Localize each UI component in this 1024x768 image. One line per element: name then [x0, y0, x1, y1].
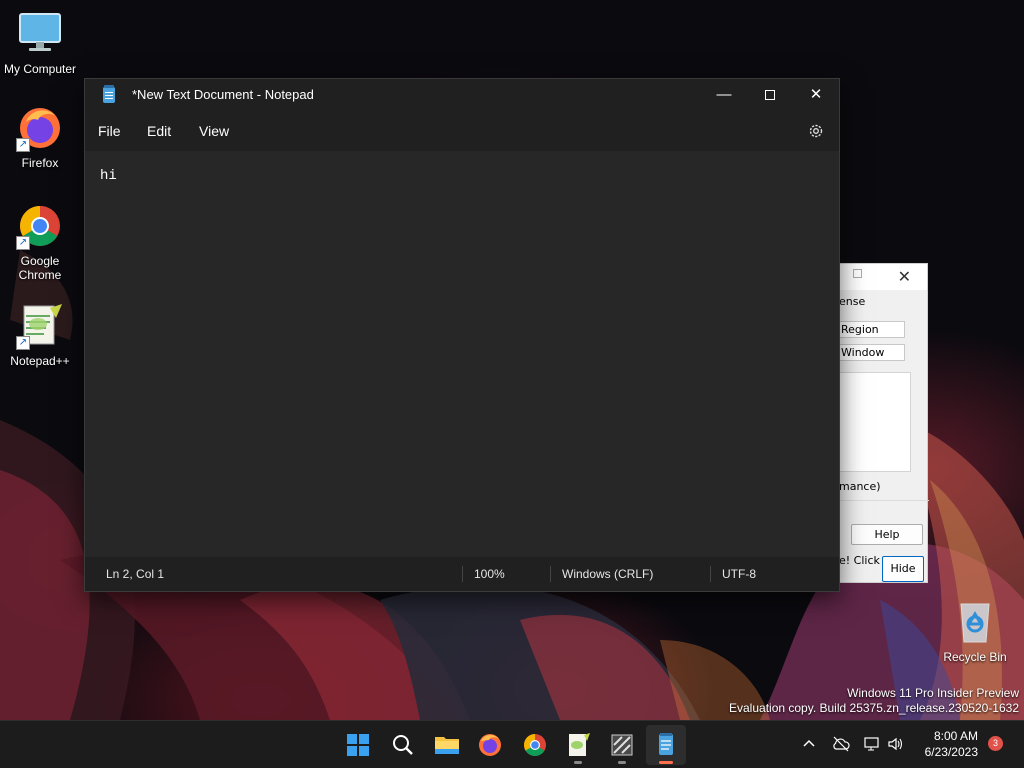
clock-time[interactable]: 8:00 AM — [918, 729, 978, 743]
dialog-text: ense — [839, 295, 866, 308]
dialog-text: e! Click — [839, 554, 880, 567]
notepadpp-icon: ↗ — [16, 302, 64, 350]
desktop-icon-my-computer[interactable]: My Computer — [0, 10, 80, 76]
watermark-line1: Windows 11 Pro Insider Preview — [847, 686, 1019, 700]
maximize-icon — [765, 90, 775, 101]
hide-button[interactable]: Hide — [882, 556, 924, 582]
notepadpp-taskbar-button[interactable] — [558, 725, 598, 765]
dialog-text: mance) — [839, 480, 881, 493]
desktop-icon-firefox[interactable]: ↗ Firefox — [0, 104, 80, 170]
running-indicator — [618, 761, 626, 764]
watermark-line2: Evaluation copy. Build 25375.zn_release.… — [729, 701, 1019, 715]
close-button[interactable]: ✕ — [793, 79, 839, 111]
zoom-level: 100% — [474, 567, 505, 581]
window-field[interactable]: Window — [837, 344, 905, 361]
search-icon — [393, 735, 413, 755]
desktop-icon-label: My Computer — [3, 62, 77, 76]
desktop-icon-notepadpp[interactable]: ↗ Notepad++ — [0, 302, 80, 368]
search-button[interactable] — [383, 725, 423, 765]
start-button[interactable] — [338, 725, 378, 765]
title-bar[interactable]: *New Text Document - Notepad — ✕ — [85, 79, 839, 111]
text-editor[interactable]: hi — [85, 151, 839, 557]
notepad-taskbar-button[interactable] — [646, 725, 686, 765]
menu-file[interactable]: File — [98, 123, 121, 139]
running-indicator — [574, 761, 582, 764]
menu-view[interactable]: View — [199, 123, 229, 139]
firefox-taskbar-button[interactable] — [470, 725, 510, 765]
desktop-icon-label: Firefox — [21, 156, 59, 170]
volume-icon[interactable] — [886, 735, 904, 753]
notepad-window: *New Text Document - Notepad — ✕ File Ed… — [84, 78, 840, 592]
file-explorer-icon — [435, 737, 459, 754]
desktop-icon-recycle-bin[interactable]: Recycle Bin — [935, 598, 1015, 664]
minimize-button[interactable]: — — [701, 79, 747, 111]
firefox-icon — [479, 734, 501, 756]
divider — [462, 566, 463, 582]
divider — [550, 566, 551, 582]
help-button[interactable]: Help — [851, 524, 923, 545]
network-icon[interactable] — [863, 735, 881, 753]
window-title: *New Text Document - Notepad — [132, 87, 314, 102]
chevron-up-icon[interactable] — [801, 736, 817, 752]
chrome-icon: ↗ — [16, 202, 64, 250]
dialog-listbox[interactable] — [837, 372, 911, 472]
taskbar: 8:00 AM 6/23/2023 — [0, 720, 1024, 768]
firefox-icon: ↗ — [16, 104, 64, 152]
recycle-bin-icon — [951, 598, 999, 646]
chrome-taskbar-button[interactable] — [515, 725, 555, 765]
start-icon — [347, 734, 369, 756]
app-taskbar-button[interactable] — [602, 725, 642, 765]
shortcut-arrow-icon: ↗ — [16, 138, 30, 152]
menu-bar: File Edit View — [85, 111, 839, 151]
shortcut-arrow-icon: ↗ — [16, 236, 30, 250]
shortcut-arrow-icon: ↗ — [16, 336, 30, 350]
divider — [710, 566, 711, 582]
dialog-close-button[interactable]: ✕ — [898, 267, 911, 286]
divider — [837, 500, 929, 501]
gear-icon[interactable] — [807, 122, 825, 140]
desktop-icon-chrome[interactable]: ↗ Google Chrome — [0, 202, 80, 282]
notepad-icon — [103, 85, 115, 103]
background-dialog: ✕ ense Region Window mance) Help e! Clic… — [836, 263, 929, 583]
file-explorer-button[interactable] — [427, 725, 467, 765]
notepad-icon — [659, 733, 673, 755]
app-icon — [611, 734, 633, 756]
desktop-icon-label: Recycle Bin — [943, 650, 1007, 664]
chrome-icon — [524, 734, 546, 756]
menu-edit[interactable]: Edit — [147, 123, 171, 139]
line-ending: Windows (CRLF) — [562, 567, 654, 581]
dialog-titlebar: ✕ — [837, 264, 927, 290]
restore-icon[interactable] — [853, 269, 862, 278]
encoding: UTF-8 — [722, 567, 756, 581]
status-bar: Ln 2, Col 1 100% Windows (CRLF) UTF-8 — [85, 557, 839, 591]
desktop-icon-label: Notepad++ — [10, 354, 70, 368]
maximize-button[interactable] — [747, 79, 793, 111]
notepadpp-icon — [569, 733, 590, 756]
desktop-icon-label: Google Chrome — [18, 254, 62, 282]
monitor-icon — [16, 10, 64, 58]
cursor-position: Ln 2, Col 1 — [106, 567, 165, 581]
cloud-offline-icon[interactable] — [831, 735, 851, 753]
notification-badge[interactable]: 3 — [988, 736, 1003, 751]
region-field[interactable]: Region — [837, 321, 905, 338]
running-indicator — [659, 761, 673, 764]
clock-date[interactable]: 6/23/2023 — [908, 745, 978, 759]
